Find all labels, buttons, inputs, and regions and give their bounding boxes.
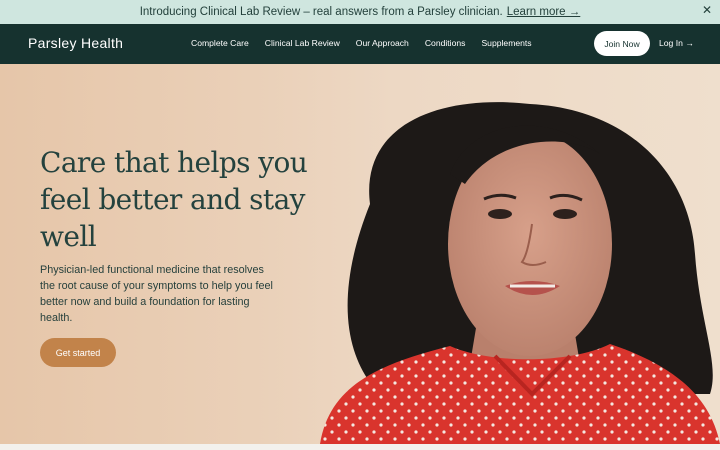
learn-more-link[interactable]: Learn more →: [507, 6, 581, 18]
hero-section: Care that helps you feel better and stay…: [0, 64, 720, 444]
nav-item-supplements[interactable]: Supplements: [481, 38, 531, 48]
announcement-bar: Introducing Clinical Lab Review – real a…: [0, 0, 720, 24]
main-nav: Parsley Health Complete Care Clinical La…: [0, 24, 720, 64]
nav-menu: Complete Care Clinical Lab Review Our Ap…: [191, 38, 532, 48]
nav-item-complete-care[interactable]: Complete Care: [191, 38, 249, 48]
page-bottom-strip: [0, 444, 720, 450]
announcement-text: Introducing Clinical Lab Review – real a…: [139, 6, 503, 18]
close-icon[interactable]: ✕: [700, 3, 714, 17]
parsley-health-logo[interactable]: Parsley Health: [28, 35, 123, 51]
log-in-link[interactable]: Log In →: [659, 38, 694, 48]
hero-headline: Care that helps you feel better and stay…: [40, 146, 308, 253]
hero-subheading: Physician-led functional medicine that r…: [40, 264, 273, 324]
get-started-button[interactable]: Get started: [40, 338, 116, 367]
nav-item-our-approach[interactable]: Our Approach: [356, 38, 409, 48]
nav-item-clinical-lab-review[interactable]: Clinical Lab Review: [265, 38, 340, 48]
join-now-button[interactable]: Join Now: [594, 31, 650, 56]
nav-item-conditions[interactable]: Conditions: [425, 38, 466, 48]
hero-woman-photo: [320, 102, 720, 444]
